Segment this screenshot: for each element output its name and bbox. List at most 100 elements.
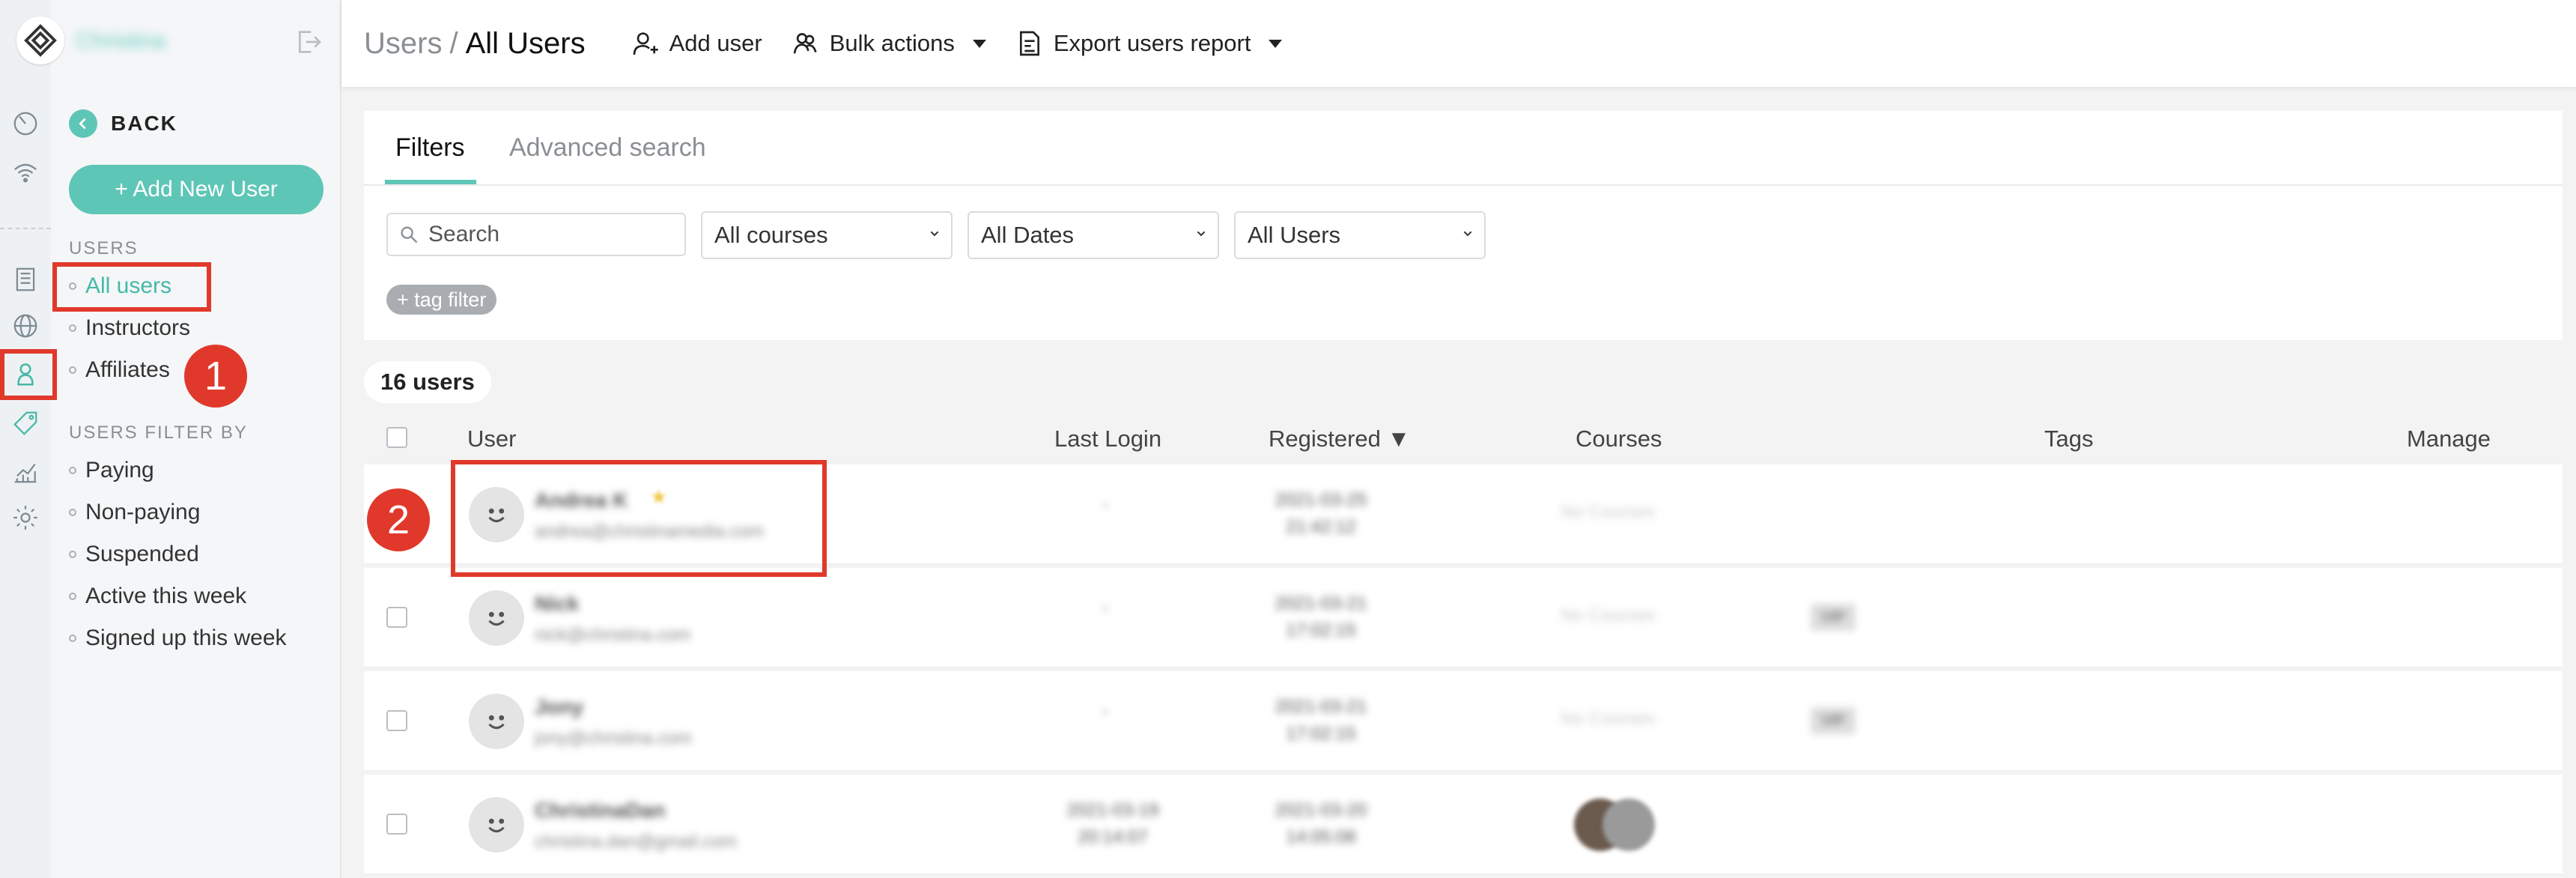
registered-time: 21:42:12 xyxy=(1286,517,1356,537)
select-all-checkbox[interactable] xyxy=(386,427,407,448)
user-name[interactable]: Jony xyxy=(535,695,583,719)
sidebar-item-affiliates[interactable]: Affiliates xyxy=(69,355,170,385)
tag-icon[interactable] xyxy=(10,408,41,439)
last-login-value: - xyxy=(1102,598,1108,618)
column-header-tags: Tags xyxy=(2044,426,2094,452)
row-checkbox[interactable] xyxy=(386,607,407,628)
registered-value: 2021-03-21 17:02:15 xyxy=(1254,694,1388,748)
bulk-actions-button[interactable]: Bulk actions xyxy=(791,28,986,58)
broadcast-icon[interactable] xyxy=(10,157,41,189)
table-row[interactable]: Nick nick@christina.com - 2021-03-21 17:0… xyxy=(364,568,2563,668)
row-checkbox[interactable] xyxy=(386,814,407,835)
sidebar-item-instructors[interactable]: Instructors xyxy=(69,313,190,343)
top-bar: Users / All Users Add user Bulk actions … xyxy=(341,0,2576,87)
users-type-select[interactable]: All Users xyxy=(1234,211,1486,259)
chevron-down-icon xyxy=(1197,231,1206,237)
add-new-user-button[interactable]: + Add New User xyxy=(69,165,323,214)
analytics-icon[interactable] xyxy=(10,455,41,487)
breadcrumb-parent[interactable]: Users xyxy=(364,27,442,61)
chevron-down-icon xyxy=(1463,231,1472,237)
caret-down-icon xyxy=(1269,39,1283,48)
page-title: All Users xyxy=(465,26,586,60)
sidebar-item-suspended[interactable]: Suspended xyxy=(69,539,199,569)
user-email: nick@christina.com xyxy=(535,625,691,645)
column-header-user[interactable]: User xyxy=(467,426,516,452)
tag-chip[interactable]: VIP xyxy=(1811,707,1856,734)
registered-date: 2021-03-25 xyxy=(1275,490,1367,510)
row-checkbox[interactable] xyxy=(386,710,407,731)
bulk-actions-label: Bulk actions xyxy=(829,30,955,56)
last-login-value: 2021-03-19 20:14:07 xyxy=(1045,797,1180,851)
dates-select-value: All Dates xyxy=(981,222,1075,248)
tag-filter-button[interactable]: + tag filter xyxy=(386,285,497,315)
sidebar-item-label: Paying xyxy=(85,458,154,482)
back-link[interactable]: BACK xyxy=(69,109,177,138)
registered-date: 2021-03-20 xyxy=(1275,800,1367,820)
courses-select[interactable]: All courses xyxy=(701,211,953,259)
chevron-down-icon xyxy=(930,231,939,237)
tag-chip[interactable]: VIP xyxy=(1811,604,1856,631)
brand-name: Christina xyxy=(76,28,165,53)
column-header-manage: Manage xyxy=(2407,426,2491,452)
courses-value: No Courses xyxy=(1561,502,1656,522)
registered-date: 2021-03-21 xyxy=(1275,697,1367,717)
avatar[interactable] xyxy=(469,797,524,853)
last-login-time: 20:14:07 xyxy=(1078,827,1148,847)
column-header-courses[interactable]: Courses xyxy=(1576,426,1662,452)
filter-heading: USERS FILTER BY xyxy=(69,423,248,443)
smiley-avatar-icon xyxy=(488,818,505,833)
courses-value: No Courses xyxy=(1561,709,1656,729)
annotation-box-user-row xyxy=(451,460,827,577)
table-row[interactable]: Jony jony@christina.com - 2021-03-21 17:0… xyxy=(364,671,2563,772)
column-header-registered[interactable]: Registered ▼ xyxy=(1269,426,1410,452)
export-users-report-button[interactable]: Export users report xyxy=(1015,28,1283,58)
annotation-badge-2: 2 xyxy=(367,488,430,551)
sidebar-item-label: Non-paying xyxy=(85,500,201,524)
table-header: User Last Login Registered ▼ Courses Tag… xyxy=(364,417,2563,461)
avatar[interactable] xyxy=(469,590,524,646)
tab-advanced-search[interactable]: Advanced search xyxy=(509,133,706,163)
dashboard-icon[interactable] xyxy=(10,108,41,139)
tab-filters[interactable]: Filters xyxy=(395,133,465,163)
sidebar-item-paying[interactable]: Paying xyxy=(69,455,154,485)
brand-logo-icon[interactable] xyxy=(16,16,64,64)
globe-icon[interactable] xyxy=(10,310,41,342)
avatar[interactable] xyxy=(469,694,524,749)
add-user-icon xyxy=(633,32,658,55)
icon-rail xyxy=(0,0,51,878)
course-thumbnail[interactable] xyxy=(1603,799,1655,851)
search-field[interactable] xyxy=(386,213,686,256)
courses-select-value: All courses xyxy=(714,222,828,248)
dates-select[interactable]: All Dates xyxy=(967,211,1219,259)
user-email: christina.dan@gmail.com xyxy=(535,832,737,852)
pages-icon[interactable] xyxy=(10,264,41,295)
logout-icon[interactable] xyxy=(294,27,323,57)
registered-time: 17:02:15 xyxy=(1286,620,1356,641)
search-input[interactable] xyxy=(428,222,668,247)
last-login-date: 2021-03-19 xyxy=(1066,800,1159,820)
settings-icon[interactable] xyxy=(10,502,41,533)
registered-value: 2021-03-25 21:42:12 xyxy=(1254,487,1388,541)
column-header-last-login[interactable]: Last Login xyxy=(1054,426,1161,452)
sidebar-item-active-this-week[interactable]: Active this week xyxy=(69,581,246,611)
user-name[interactable]: ChristinaDan xyxy=(535,799,665,823)
sidebar-item-label: Instructors xyxy=(85,315,191,340)
add-user-button[interactable]: Add user xyxy=(631,28,762,58)
chevron-left-icon xyxy=(69,109,97,138)
back-label: BACK xyxy=(111,112,177,135)
sidebar-item-signed-up-this-week[interactable]: Signed up this week xyxy=(69,623,287,653)
sidebar-item-non-paying[interactable]: Non-paying xyxy=(69,497,200,527)
export-report-icon xyxy=(1019,31,1039,56)
users-heading: USERS xyxy=(69,238,139,258)
annotation-box-all-users xyxy=(52,262,211,312)
search-icon xyxy=(401,226,418,243)
annotation-box-users-icon xyxy=(0,349,57,400)
user-name[interactable]: Nick xyxy=(535,592,579,616)
annotation-badge-1: 1 xyxy=(184,345,247,408)
sidebar-item-label: Affiliates xyxy=(85,357,170,382)
registered-value: 2021-03-21 17:02:15 xyxy=(1254,590,1388,644)
registered-time: 14:05:08 xyxy=(1286,827,1356,847)
last-login-value: - xyxy=(1102,494,1108,515)
table-row[interactable]: ChristinaDan christina.dan@gmail.com 202… xyxy=(364,775,2563,875)
user-count-badge: 16 users xyxy=(364,361,491,403)
